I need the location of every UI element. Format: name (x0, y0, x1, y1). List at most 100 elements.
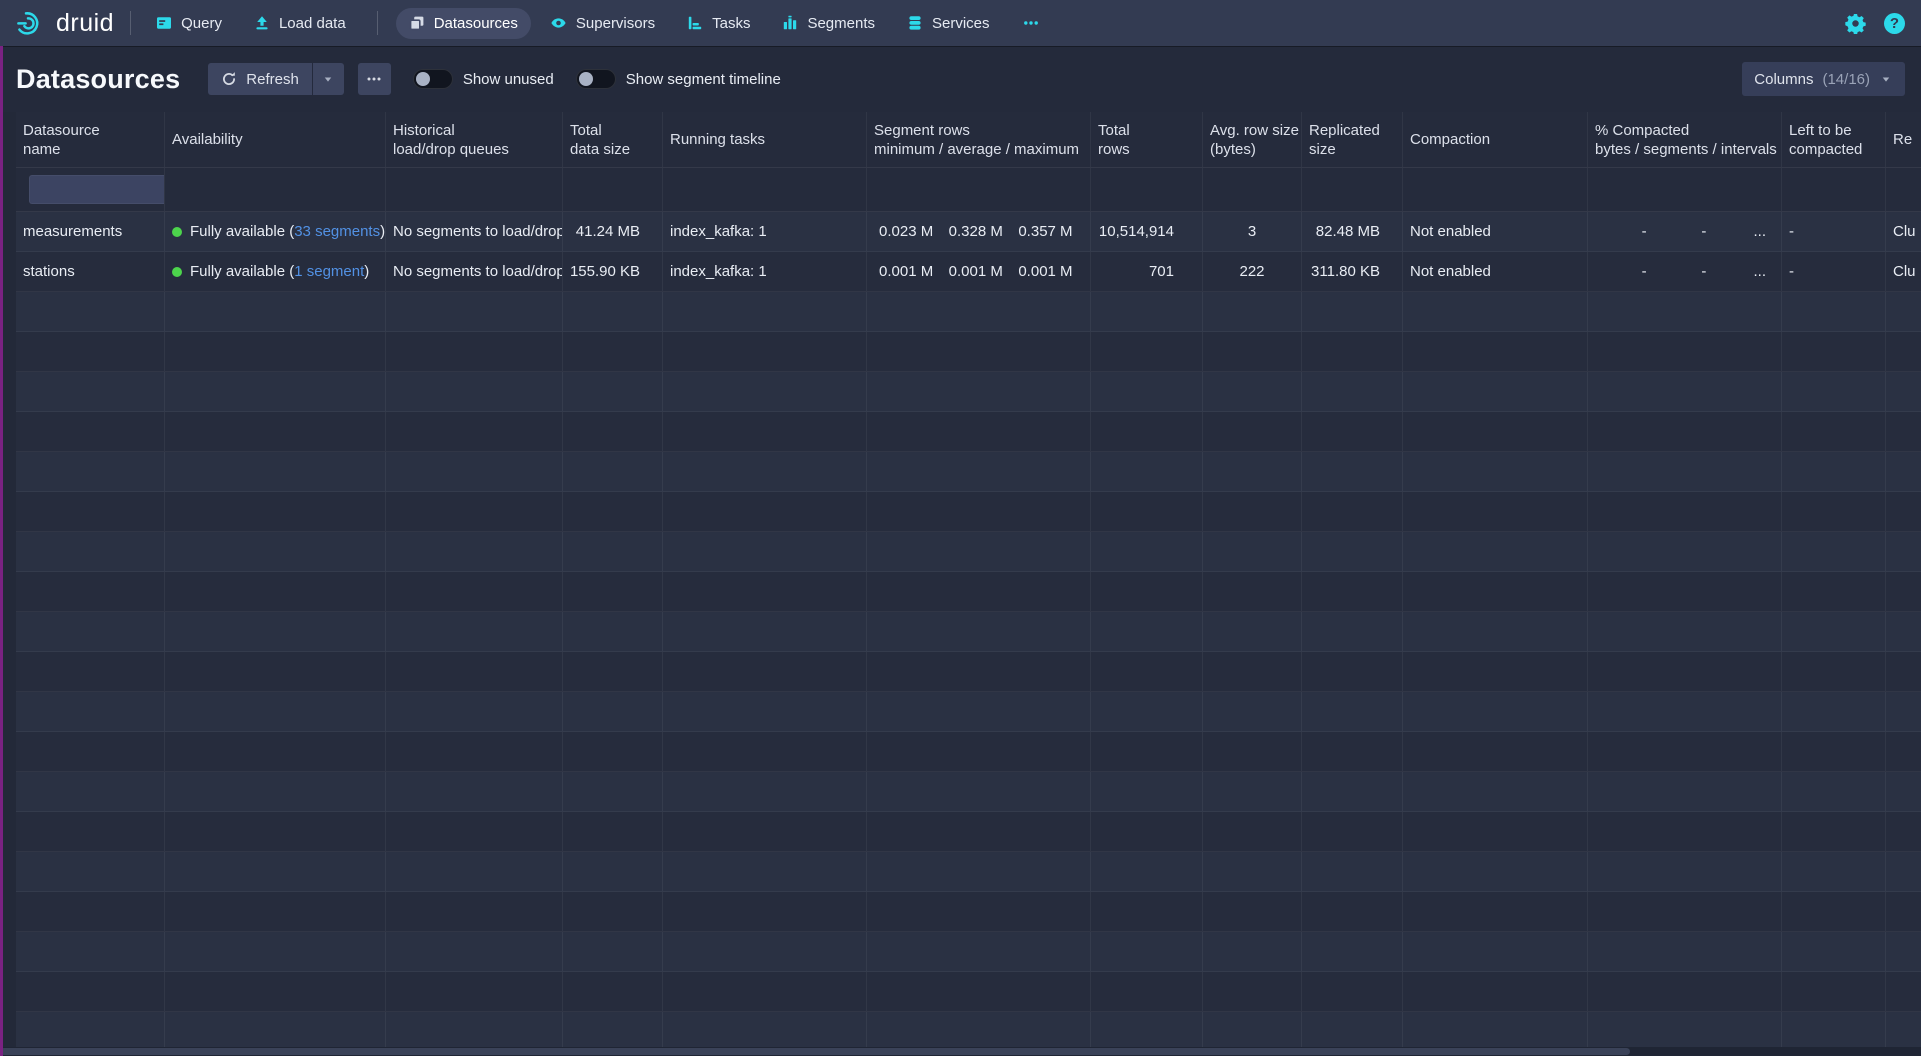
column-header-running_tasks[interactable]: Running tasks (663, 112, 867, 167)
empty-cell (867, 412, 1091, 451)
cell-total_rows: 701 (1091, 252, 1203, 291)
column-header-availability[interactable]: Availability (165, 112, 386, 167)
empty-cell (1403, 972, 1588, 1011)
horizontal-scrollbar-thumb[interactable] (0, 1048, 1630, 1055)
cell-total_data_size: 155.90 KB (563, 252, 663, 291)
empty-cell (1588, 572, 1782, 611)
empty-cell (1403, 612, 1588, 651)
empty-cell (16, 892, 165, 931)
column-header-pct_compacted[interactable]: % Compactedbytes / segments / intervals (1588, 112, 1782, 167)
empty-cell (1886, 292, 1921, 331)
column-header-left_to_compact[interactable]: Left to becompacted (1782, 112, 1886, 167)
nav-tab-datasources[interactable]: Datasources (396, 8, 531, 39)
columns-label: Columns (1754, 71, 1813, 88)
availability-text: Fully available ( (190, 263, 294, 280)
column-header-label: Re (1893, 130, 1921, 149)
cell-retention: Clu (1886, 252, 1921, 291)
empty-cell (563, 1012, 663, 1051)
refresh-label: Refresh (246, 71, 299, 88)
column-header-segment_rows[interactable]: Segment rowsminimum / average / maximum (867, 112, 1091, 167)
empty-cell (165, 532, 386, 571)
empty-cell (1403, 892, 1588, 931)
nav-tab-services[interactable]: Services (894, 8, 1003, 39)
empty-cell (165, 572, 386, 611)
cell-name: stations (16, 252, 165, 291)
empty-cell (165, 292, 386, 331)
column-header-name[interactable]: Datasourcename (16, 112, 165, 167)
empty-cell (1403, 812, 1588, 851)
columns-button[interactable]: Columns (14/16) (1742, 62, 1905, 96)
segments-link[interactable]: 1 segment (294, 263, 364, 280)
segments-link[interactable]: 33 segments (294, 223, 380, 240)
column-header-label: size (1309, 140, 1395, 159)
column-header-label: rows (1098, 140, 1195, 159)
nav-tab-supervisors[interactable]: Supervisors (537, 8, 668, 39)
druid-logo-icon (16, 10, 46, 37)
empty-cell (563, 532, 663, 571)
column-header-compaction[interactable]: Compaction (1403, 112, 1588, 167)
cell-replicated_size: 311.80 KB (1302, 252, 1403, 291)
empty-cell (563, 732, 663, 771)
nav-tab-query[interactable]: Query (143, 8, 235, 39)
availability-text: ) (380, 223, 385, 240)
empty-cell (386, 732, 563, 771)
nav-tab-more[interactable] (1009, 8, 1053, 38)
column-header-replicated_size[interactable]: Replicatedsize (1302, 112, 1403, 167)
empty-cell (1302, 732, 1403, 771)
nav-tab-segments[interactable]: Segments (769, 8, 888, 39)
column-header-label: data size (570, 140, 655, 159)
toggle-switch[interactable] (576, 69, 616, 89)
nav-tab-label: Tasks (712, 15, 750, 32)
toggle-switch[interactable] (413, 69, 453, 89)
empty-cell (386, 532, 563, 571)
filter-cell-total_rows (1091, 168, 1203, 211)
cell-compaction: Not enabled (1403, 212, 1588, 251)
empty-cell (1091, 652, 1203, 691)
nav-tab-tasks[interactable]: Tasks (674, 8, 763, 39)
column-header-total_data_size[interactable]: Totaldata size (563, 112, 663, 167)
empty-cell (563, 852, 663, 891)
empty-cell (16, 972, 165, 1011)
empty-cell (16, 492, 165, 531)
gear-icon[interactable] (1845, 13, 1866, 34)
empty-cell (1782, 932, 1886, 971)
refresh-button[interactable]: Refresh (208, 63, 312, 95)
empty-cell (16, 572, 165, 611)
empty-cell (165, 732, 386, 771)
segment_rows-values: 0.001 M0.001 M0.001 M (874, 263, 1083, 280)
druid-logo[interactable]: druid (16, 9, 114, 38)
empty-cell (1782, 852, 1886, 891)
filter-cell-name (16, 168, 165, 211)
name-filter-input[interactable] (29, 175, 165, 204)
table-row-stations[interactable]: stationsFully available (1 segment)No se… (16, 252, 1921, 292)
empty-cell (1203, 772, 1302, 811)
help-icon[interactable] (1884, 13, 1905, 34)
table-row-measurements[interactable]: measurementsFully available (33 segments… (16, 212, 1921, 252)
column-header-retention[interactable]: Re (1886, 112, 1921, 167)
column-header-total_rows[interactable]: Totalrows (1091, 112, 1203, 167)
empty-cell (867, 692, 1091, 731)
empty-cell (663, 772, 867, 811)
segment_rows-value: 0.357 M (1013, 223, 1083, 240)
refresh-dropdown-button[interactable] (312, 63, 344, 95)
more-actions-button[interactable] (358, 63, 391, 95)
nav-tab-label: Load data (279, 15, 346, 32)
empty-cell (563, 812, 663, 851)
refresh-icon (221, 71, 237, 87)
datasources-table: DatasourcenameAvailabilityHistoricalload… (16, 112, 1921, 1056)
filter-cell-left_to_compact (1782, 168, 1886, 211)
empty-cell (1588, 372, 1782, 411)
empty-cell (1203, 892, 1302, 931)
empty-cell (1203, 692, 1302, 731)
pct_compacted-value: - (1595, 263, 1655, 280)
column-header-avg_row_size[interactable]: Avg. row size(bytes) (1203, 112, 1302, 167)
toggle-show-segment-timeline[interactable]: Show segment timeline (576, 69, 781, 89)
column-header-queues[interactable]: Historicalload/drop queues (386, 112, 563, 167)
empty-cell (867, 772, 1091, 811)
empty-cell (16, 412, 165, 451)
toggle-show-unused[interactable]: Show unused (413, 69, 554, 89)
empty-cell (16, 292, 165, 331)
nav-tab-load-data[interactable]: Load data (241, 8, 359, 39)
empty-row (16, 692, 1921, 732)
empty-cell (386, 772, 563, 811)
